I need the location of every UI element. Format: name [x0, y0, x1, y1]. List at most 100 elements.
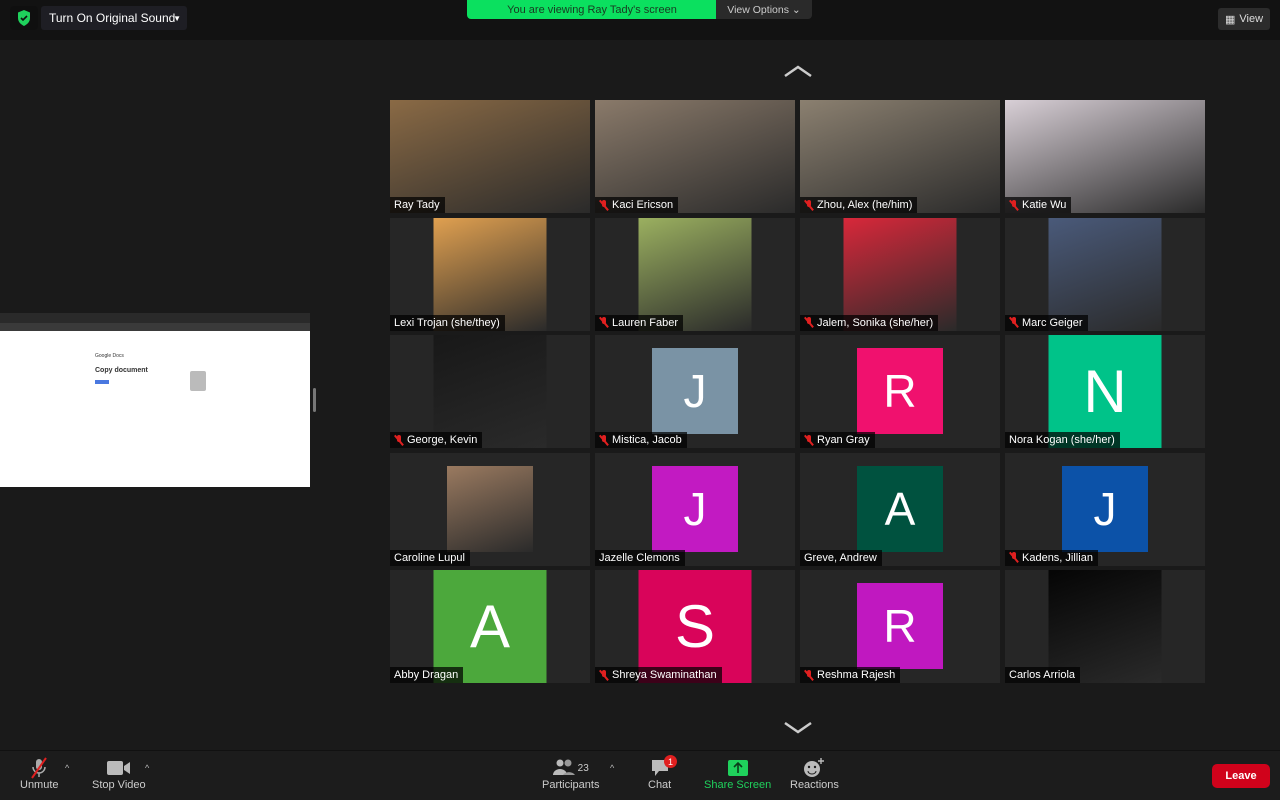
leave-button[interactable]: Leave — [1212, 764, 1270, 788]
avatar-letter: J — [652, 348, 738, 434]
avatar-letter: J — [652, 465, 738, 552]
video-options-caret-icon[interactable]: ^ — [145, 763, 149, 773]
muted-mic-icon — [599, 669, 609, 681]
participant-tile[interactable]: A Greve, Andrew — [800, 452, 1000, 566]
participant-name: Jalem, Sonika (she/her) — [817, 316, 934, 329]
participant-name-tag: Marc Geiger — [1005, 314, 1088, 331]
participant-name-tag: Kadens, Jillian — [1005, 549, 1098, 566]
participant-name: Reshma Rajesh — [817, 669, 896, 681]
participant-name-tag: Kaci Ericson — [595, 197, 679, 213]
muted-mic-icon — [394, 434, 404, 446]
participant-tile[interactable]: A Abby Dragan — [390, 570, 590, 683]
browser-tabs — [0, 313, 310, 323]
participant-tile[interactable]: N Nora Kogan (she/her) — [1005, 335, 1205, 448]
audio-options-caret-icon[interactable]: ^ — [65, 763, 69, 773]
muted-mic-icon — [804, 434, 814, 446]
participant-tile[interactable]: Katie Wu — [1005, 100, 1205, 213]
document-icon — [190, 371, 206, 391]
participant-name-tag: Shreya Swaminathan — [595, 667, 722, 683]
view-options-button[interactable]: View Options ⌄ — [716, 0, 812, 19]
view-options-label: View Options — [727, 3, 789, 16]
participant-name-tag: Abby Dragan — [390, 667, 464, 683]
participants-button[interactable]: 23 Participants — [542, 757, 599, 791]
copy-document-page: Google Docs Copy document — [95, 353, 148, 384]
unmute-button[interactable]: Unmute — [20, 757, 59, 791]
participant-name: Kadens, Jillian — [1022, 551, 1093, 564]
participant-name: Abby Dragan — [394, 669, 459, 681]
participant-name: Nora Kogan (she/her) — [1009, 434, 1115, 446]
app-name: Google Docs — [95, 353, 124, 359]
muted-mic-icon — [599, 199, 609, 211]
participant-name-tag: Lexi Trojan (she/they) — [390, 314, 505, 331]
chat-label: Chat — [648, 779, 672, 791]
participant-tile[interactable]: Jalem, Sonika (she/her) — [800, 217, 1000, 331]
resize-handle[interactable] — [313, 388, 316, 412]
participant-tile[interactable]: R Ryan Gray — [800, 335, 1000, 448]
participant-tile[interactable]: Kaci Ericson — [595, 100, 795, 213]
participant-tile[interactable]: Lexi Trojan (she/they) — [390, 217, 590, 331]
participant-name-tag: Carlos Arriola — [1005, 667, 1081, 683]
chevron-down-icon[interactable] — [783, 720, 813, 736]
avatar-letter: A — [857, 465, 943, 552]
participant-name-tag: Zhou, Alex (he/him) — [800, 197, 918, 213]
chat-unread-badge: 1 — [664, 755, 677, 768]
participant-count: 23 — [577, 762, 589, 774]
viewing-screen-banner: You are viewing Ray Tady's screen — [467, 0, 717, 19]
original-sound-label: Turn On Original Sound — [49, 11, 176, 25]
chevron-down-icon: ⌄ — [791, 3, 801, 16]
participant-tile[interactable]: Lauren Faber — [595, 217, 795, 331]
share-screen-button[interactable]: Share Screen — [704, 757, 771, 791]
participant-name-tag: Greve, Andrew — [800, 549, 882, 566]
browser-address-bar — [0, 323, 310, 331]
participants-icon — [552, 759, 575, 778]
participant-name: Greve, Andrew — [804, 551, 877, 564]
participants-caret-icon[interactable]: ^ — [610, 763, 614, 773]
participant-tile[interactable]: S Shreya Swaminathan — [595, 570, 795, 683]
participant-tile[interactable]: R Reshma Rajesh — [800, 570, 1000, 683]
avatar-letter: R — [857, 583, 943, 669]
share-screen-label: Share Screen — [704, 779, 772, 791]
participant-tile[interactable]: Carlos Arriola — [1005, 570, 1205, 683]
participant-name-tag: Lauren Faber — [595, 314, 684, 331]
participant-name-tag: Mistica, Jacob — [595, 432, 687, 448]
participant-tile[interactable]: J Kadens, Jillian — [1005, 452, 1205, 566]
participant-name: Ryan Gray — [817, 434, 870, 446]
participant-name-tag: Jalem, Sonika (she/her) — [800, 314, 939, 331]
muted-mic-icon — [599, 434, 609, 446]
original-sound-button[interactable]: Turn On Original Sound ▼ — [41, 6, 187, 30]
participant-name: Carlos Arriola — [1009, 669, 1076, 681]
share-screen-icon — [727, 757, 748, 779]
participant-name-tag: Ryan Gray — [800, 432, 875, 448]
muted-mic-icon — [804, 199, 814, 211]
participant-tile[interactable]: J Jazelle Clemons — [595, 452, 795, 566]
view-button[interactable]: ▦ View — [1218, 8, 1270, 30]
reactions-button[interactable]: Reactions — [790, 757, 839, 791]
dropdown-icon[interactable]: ▼ — [173, 14, 181, 23]
participants-label: Participants — [542, 779, 600, 791]
participant-name: Kaci Ericson — [612, 199, 674, 211]
participant-name-tag: Ray Tady — [390, 197, 445, 213]
muted-mic-icon — [599, 317, 609, 328]
chevron-up-icon[interactable] — [783, 63, 813, 79]
participant-tile[interactable]: Ray Tady — [390, 100, 590, 213]
avatar-letter: J — [1062, 465, 1148, 552]
participant-tile[interactable]: Caroline Lupul — [390, 452, 590, 566]
participant-name: Lexi Trojan (she/they) — [394, 316, 500, 329]
participant-name: Shreya Swaminathan — [612, 669, 717, 681]
make-copy-button — [95, 380, 109, 384]
participant-name: Mistica, Jacob — [612, 434, 682, 446]
participant-name: Lauren Faber — [612, 316, 679, 329]
page-heading: Copy document — [95, 367, 148, 374]
participant-name-tag: Katie Wu — [1005, 197, 1072, 213]
participant-tile[interactable]: George, Kevin — [390, 335, 590, 448]
unmute-label: Unmute — [20, 779, 59, 791]
muted-mic-icon — [1009, 199, 1019, 211]
participant-tile[interactable]: Zhou, Alex (he/him) — [800, 100, 1000, 213]
participant-tile[interactable]: Marc Geiger — [1005, 217, 1205, 331]
security-shield-icon[interactable] — [10, 6, 38, 30]
stop-video-button[interactable]: Stop Video — [92, 757, 146, 791]
shared-screen[interactable]: Google Docs Copy document — [0, 313, 310, 487]
muted-mic-icon — [804, 669, 814, 681]
view-label: View — [1239, 13, 1264, 25]
participant-tile[interactable]: J Mistica, Jacob — [595, 335, 795, 448]
